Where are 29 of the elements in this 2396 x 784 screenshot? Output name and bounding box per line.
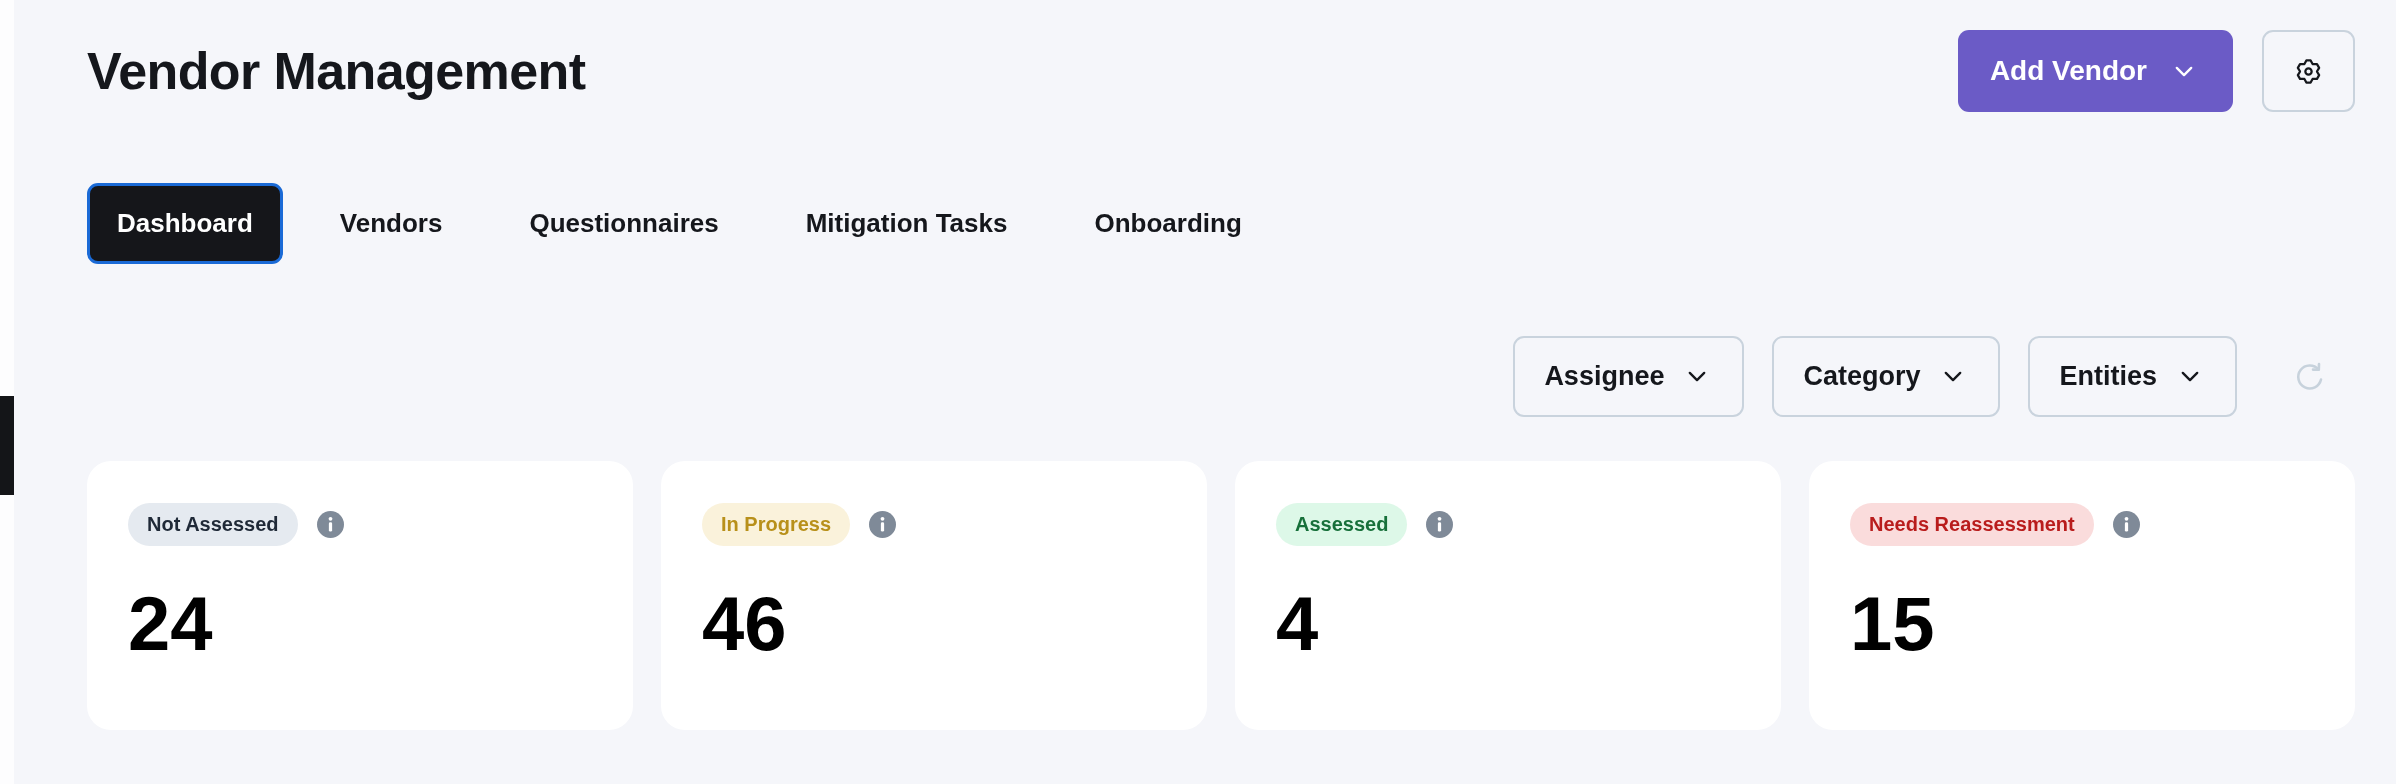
status-count: 24	[128, 586, 213, 662]
status-badge: Not Assessed	[128, 503, 298, 546]
tab[interactable]: Onboarding	[1064, 183, 1272, 264]
filter-dropdown[interactable]: Category	[1772, 336, 2001, 417]
add-vendor-button[interactable]: Add Vendor	[1957, 30, 2233, 112]
status-count: 15	[1850, 586, 1935, 662]
chevron-down-icon	[2175, 65, 2193, 77]
tab[interactable]: Questionnaires	[499, 183, 749, 264]
tab[interactable]: Mitigation Tasks	[775, 183, 1038, 264]
status-badge: Needs Reassessment	[1850, 503, 2094, 546]
page-title: Vendor Management	[87, 40, 586, 102]
status-badge: Assessed	[1276, 503, 1408, 546]
info-icon[interactable]	[869, 511, 897, 538]
tab[interactable]: Dashboard	[87, 183, 283, 264]
chevron-down-icon	[2181, 371, 2199, 382]
sidebar-handle[interactable]	[0, 396, 14, 495]
status-badge: In Progress	[702, 503, 851, 546]
settings-icon	[2295, 57, 2322, 85]
settings-button[interactable]	[2262, 30, 2355, 112]
tab[interactable]: Vendors	[309, 183, 473, 264]
status-count: 4	[1276, 586, 1319, 662]
status-count: 46	[702, 586, 787, 662]
filter-dropdown[interactable]: Entities	[2028, 336, 2237, 417]
info-icon[interactable]	[1426, 511, 1454, 538]
chevron-down-icon	[1944, 371, 1963, 382]
chevron-down-icon	[1688, 371, 1707, 382]
info-icon[interactable]	[316, 511, 344, 538]
info-icon[interactable]	[2112, 511, 2140, 538]
filter-dropdown[interactable]: Assignee	[1513, 336, 1745, 417]
